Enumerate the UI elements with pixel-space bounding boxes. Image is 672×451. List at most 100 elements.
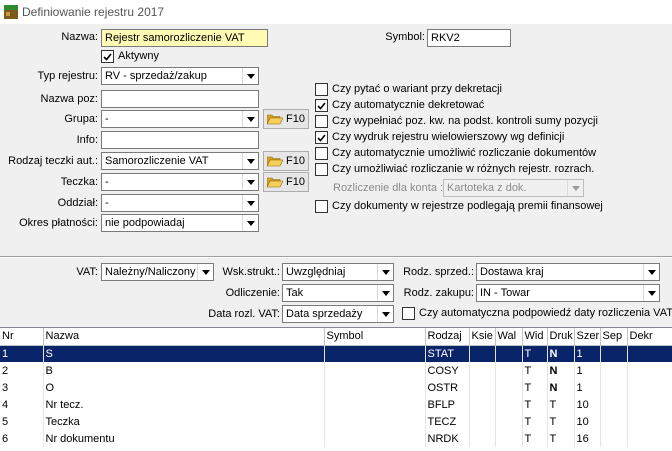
f10-label: F10: [286, 113, 305, 125]
rodz-sprzed-label: Rodz. sprzed.:: [403, 266, 474, 278]
cell-wal: [495, 362, 523, 379]
cell-nr: 6: [0, 430, 44, 447]
typ-rejestru-value: RV - sprzedaż/zakup: [105, 70, 207, 82]
cell-nr: 3: [0, 379, 44, 396]
f10-label: F10: [286, 155, 305, 167]
chevron-down-icon[interactable]: [567, 180, 583, 196]
table-row[interactable]: 1 S STAT T N 1: [0, 345, 672, 362]
vat-value: Należny/Naliczony: [105, 266, 196, 278]
opt-premia-checkbox[interactable]: [315, 200, 328, 213]
rodz-sprzed-value: Dostawa kraj: [480, 266, 544, 278]
grupa-f10-button[interactable]: F10: [263, 109, 309, 129]
column-header[interactable]: Sep: [600, 328, 628, 346]
column-header[interactable]: Druk: [547, 328, 575, 346]
opt-pytac-wariant-checkbox[interactable]: [315, 83, 328, 96]
cell-nr: 4: [0, 396, 44, 413]
aktywny-label: Aktywny: [118, 50, 159, 62]
chevron-down-icon[interactable]: [242, 215, 258, 231]
cell-druk: N: [547, 379, 575, 396]
folder-open-icon: [267, 177, 283, 188]
info-input[interactable]: [101, 131, 259, 149]
cell-ksie: [469, 413, 496, 430]
data-rozl-vat-select[interactable]: Data sprzedaży: [282, 305, 394, 323]
column-header[interactable]: Nr: [0, 328, 44, 346]
aktywny-checkbox[interactable]: [101, 50, 114, 63]
column-header[interactable]: Dekr: [627, 328, 672, 346]
chevron-down-icon[interactable]: [197, 264, 213, 280]
table-row[interactable]: 5 Teczka TECZ T T 10: [0, 413, 672, 430]
cell-wid: T: [522, 379, 548, 396]
auto-data-rozliczenia-checkbox[interactable]: [402, 307, 415, 320]
opt-wypelniac-label: Czy wypełniać poz. kw. na podst. kontrol…: [332, 115, 598, 127]
wsk-strukt-label: Wsk.strukt.:: [222, 266, 280, 278]
definitions-grid[interactable]: Nr Nazwa Symbol Rodzaj Ksie Wal Wid Druk…: [0, 327, 672, 451]
chevron-down-icon[interactable]: [242, 68, 258, 84]
cell-nr: 2: [0, 362, 44, 379]
opt-auto-dekretowac-label: Czy automatycznie dekretować: [332, 99, 485, 111]
rodzaj-teczki-f10-button[interactable]: F10: [263, 151, 309, 171]
rodzaj-teczki-select[interactable]: Samorozliczenie VAT: [101, 152, 259, 170]
cell-nazwa: S: [43, 345, 325, 362]
column-header[interactable]: Wid: [522, 328, 548, 346]
chevron-down-icon[interactable]: [377, 285, 393, 301]
table-row[interactable]: 2 B COSY T N 1: [0, 362, 672, 379]
typ-rejestru-select[interactable]: RV - sprzedaż/zakup: [101, 67, 259, 85]
teczka-label: Teczka:: [60, 176, 98, 188]
cell-sep: [600, 396, 628, 413]
chevron-down-icon[interactable]: [643, 264, 659, 280]
opt-rozne-rejestry-checkbox[interactable]: [315, 163, 328, 176]
column-header[interactable]: Nazwa: [43, 328, 325, 346]
chevron-down-icon[interactable]: [643, 285, 659, 301]
wsk-strukt-value: Uwzględniaj: [286, 266, 346, 278]
rozliczenie-konta-select[interactable]: Kartoteka z dok.: [443, 179, 584, 197]
column-header[interactable]: Wal: [495, 328, 523, 346]
table-row[interactable]: 6 Nr dokumentu NRDK T T 16: [0, 430, 672, 447]
symbol-input[interactable]: RKV2: [427, 29, 511, 47]
typ-rejestru-label: Typ rejestru:: [37, 70, 98, 82]
cell-wid: T: [522, 362, 548, 379]
cell-symbol: [324, 396, 426, 413]
grupa-select[interactable]: -: [101, 110, 259, 128]
rodz-zakupu-select[interactable]: IN - Towar: [476, 284, 660, 302]
cell-sep: [600, 413, 628, 430]
rodzaj-teczki-value: Samorozliczenie VAT: [105, 155, 209, 167]
symbol-label: Symbol:: [385, 31, 425, 43]
vat-select[interactable]: Należny/Naliczony: [101, 263, 214, 281]
nazwa-input[interactable]: Rejestr samorozliczenie VAT: [101, 29, 268, 47]
cell-szer: 1: [574, 345, 601, 362]
cell-ksie: [469, 396, 496, 413]
opt-auto-rozliczanie-checkbox[interactable]: [315, 147, 328, 160]
vat-label: VAT:: [76, 266, 98, 278]
column-header[interactable]: Rodzaj: [425, 328, 470, 346]
wsk-strukt-select[interactable]: Uwzględniaj: [282, 263, 394, 281]
column-header[interactable]: Ksie: [469, 328, 496, 346]
odliczenie-label: Odliczenie:: [225, 287, 280, 299]
rodz-sprzed-select[interactable]: Dostawa kraj: [476, 263, 660, 281]
column-header[interactable]: Szer: [574, 328, 601, 346]
grupa-label: Grupa:: [64, 113, 98, 125]
cell-wid: T: [522, 396, 548, 413]
teczka-select[interactable]: -: [101, 173, 259, 191]
column-header[interactable]: Symbol: [324, 328, 426, 346]
cell-wal: [495, 413, 523, 430]
odliczenie-select[interactable]: Tak: [282, 284, 394, 302]
opt-wypelniac-checkbox[interactable]: [315, 115, 328, 128]
table-row[interactable]: 3 O OSTR T N 1: [0, 379, 672, 396]
teczka-f10-button[interactable]: F10: [263, 172, 309, 192]
opt-premia-label: Czy dokumenty w rejestrze podlegają prem…: [332, 200, 603, 212]
cell-ksie: [469, 345, 496, 362]
chevron-down-icon[interactable]: [377, 264, 393, 280]
oddzial-select[interactable]: -: [101, 194, 259, 212]
nazwa-poz-input[interactable]: [101, 90, 259, 108]
table-row[interactable]: 4 Nr tecz. BFLP T T 10: [0, 396, 672, 413]
opt-auto-dekretowac-checkbox[interactable]: [315, 99, 328, 112]
chevron-down-icon[interactable]: [242, 195, 258, 211]
opt-rozne-rejestry-label: Czy umożliwiać rozliczanie w różnych rej…: [332, 163, 595, 175]
chevron-down-icon[interactable]: [242, 174, 258, 190]
chevron-down-icon[interactable]: [242, 111, 258, 127]
chevron-down-icon[interactable]: [377, 306, 393, 322]
okres-platnosci-select[interactable]: nie podpowiadaj: [101, 214, 259, 232]
opt-wydruk-checkbox[interactable]: [315, 131, 328, 144]
cell-wid: T: [522, 430, 548, 447]
chevron-down-icon[interactable]: [242, 153, 258, 169]
